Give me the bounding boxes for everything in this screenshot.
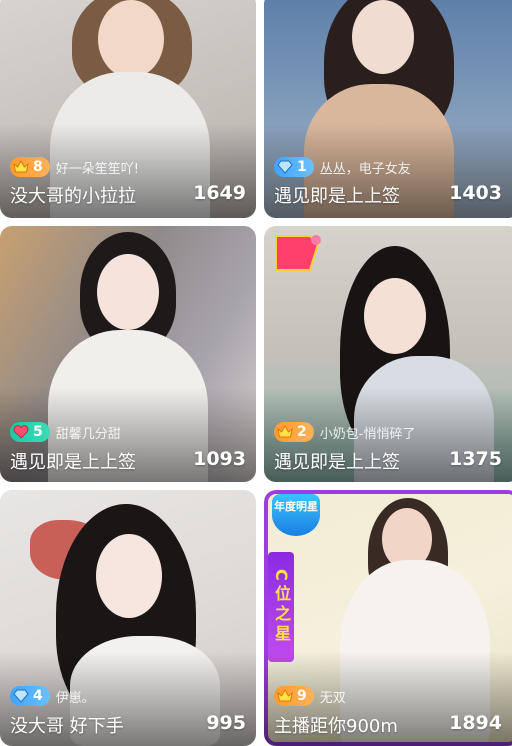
fan-club-name: 伊崽。	[55, 690, 95, 706]
diamond-icon	[276, 158, 294, 176]
crown-icon	[12, 158, 30, 176]
annual-star-badge: 年度明星	[272, 494, 320, 536]
star-beauty-tag	[272, 232, 322, 274]
c-position-star-banner: C位之星	[268, 552, 294, 662]
live-card-4[interactable]: 2 小奶包-悄悄碎了 遇见即是上上签 1375	[264, 226, 512, 482]
level-badge: 4	[10, 686, 50, 706]
fan-club-name: 好一朵笙笙吖!	[55, 161, 139, 177]
room-title: 主播距你900m	[274, 716, 398, 737]
fan-level-row: 1 丛丛，电子女友	[274, 157, 411, 177]
fan-level-row: 2 小奶包-悄悄碎了	[274, 422, 415, 442]
fan-club-name: 无双	[319, 690, 346, 706]
level-badge: 8	[10, 157, 50, 177]
fan-club-name: 甜馨几分甜	[55, 426, 121, 442]
fan-level-row: 4 伊崽。	[10, 686, 95, 706]
room-title: 遇见即是上上签	[274, 186, 400, 207]
streamer-face	[364, 278, 426, 354]
heart-icon	[12, 423, 30, 441]
viewer-count: 1649	[193, 182, 246, 204]
diamond-icon	[12, 687, 30, 705]
live-card-6[interactable]: 年度明星 C位之星 9 无双 主播距你900m 1894	[264, 490, 512, 746]
fan-club-name: 小奶包-悄悄碎了	[319, 426, 416, 442]
room-title: 遇见即是上上签	[10, 452, 136, 473]
live-card-1[interactable]: 8 好一朵笙笙吖! 没大哥的小拉拉 1649	[0, 0, 256, 218]
live-card-3[interactable]: 5 甜馨几分甜 遇见即是上上签 1093	[0, 226, 256, 482]
viewer-count: 995	[206, 712, 246, 734]
live-card-2[interactable]: 1 丛丛，电子女友 遇见即是上上签 1403	[264, 0, 512, 218]
streamer-face	[352, 0, 414, 74]
fan-level-row: 9 无双	[274, 686, 346, 706]
viewer-count: 1403	[449, 182, 502, 204]
streamer-face	[96, 534, 162, 618]
streamer-face	[98, 0, 164, 78]
viewer-count: 1093	[193, 448, 246, 470]
level-badge: 2	[274, 422, 314, 442]
room-title: 没大哥的小拉拉	[10, 186, 136, 207]
level-badge: 1	[274, 157, 314, 177]
room-title: 没大哥 好下手	[10, 716, 124, 737]
fan-level-row: 5 甜馨几分甜	[10, 422, 121, 442]
crown-icon	[276, 687, 294, 705]
crown-icon	[276, 423, 294, 441]
viewer-count: 1375	[449, 448, 502, 470]
level-badge: 5	[10, 422, 50, 442]
fan-level-row: 8 好一朵笙笙吖!	[10, 157, 139, 177]
room-title: 遇见即是上上签	[274, 452, 400, 473]
live-card-5[interactable]: 4 伊崽。 没大哥 好下手 995	[0, 490, 256, 746]
viewer-count: 1894	[449, 712, 502, 734]
fan-club-name: 丛丛，电子女友	[319, 161, 411, 177]
level-badge: 9	[274, 686, 314, 706]
streamer-face	[97, 254, 159, 330]
